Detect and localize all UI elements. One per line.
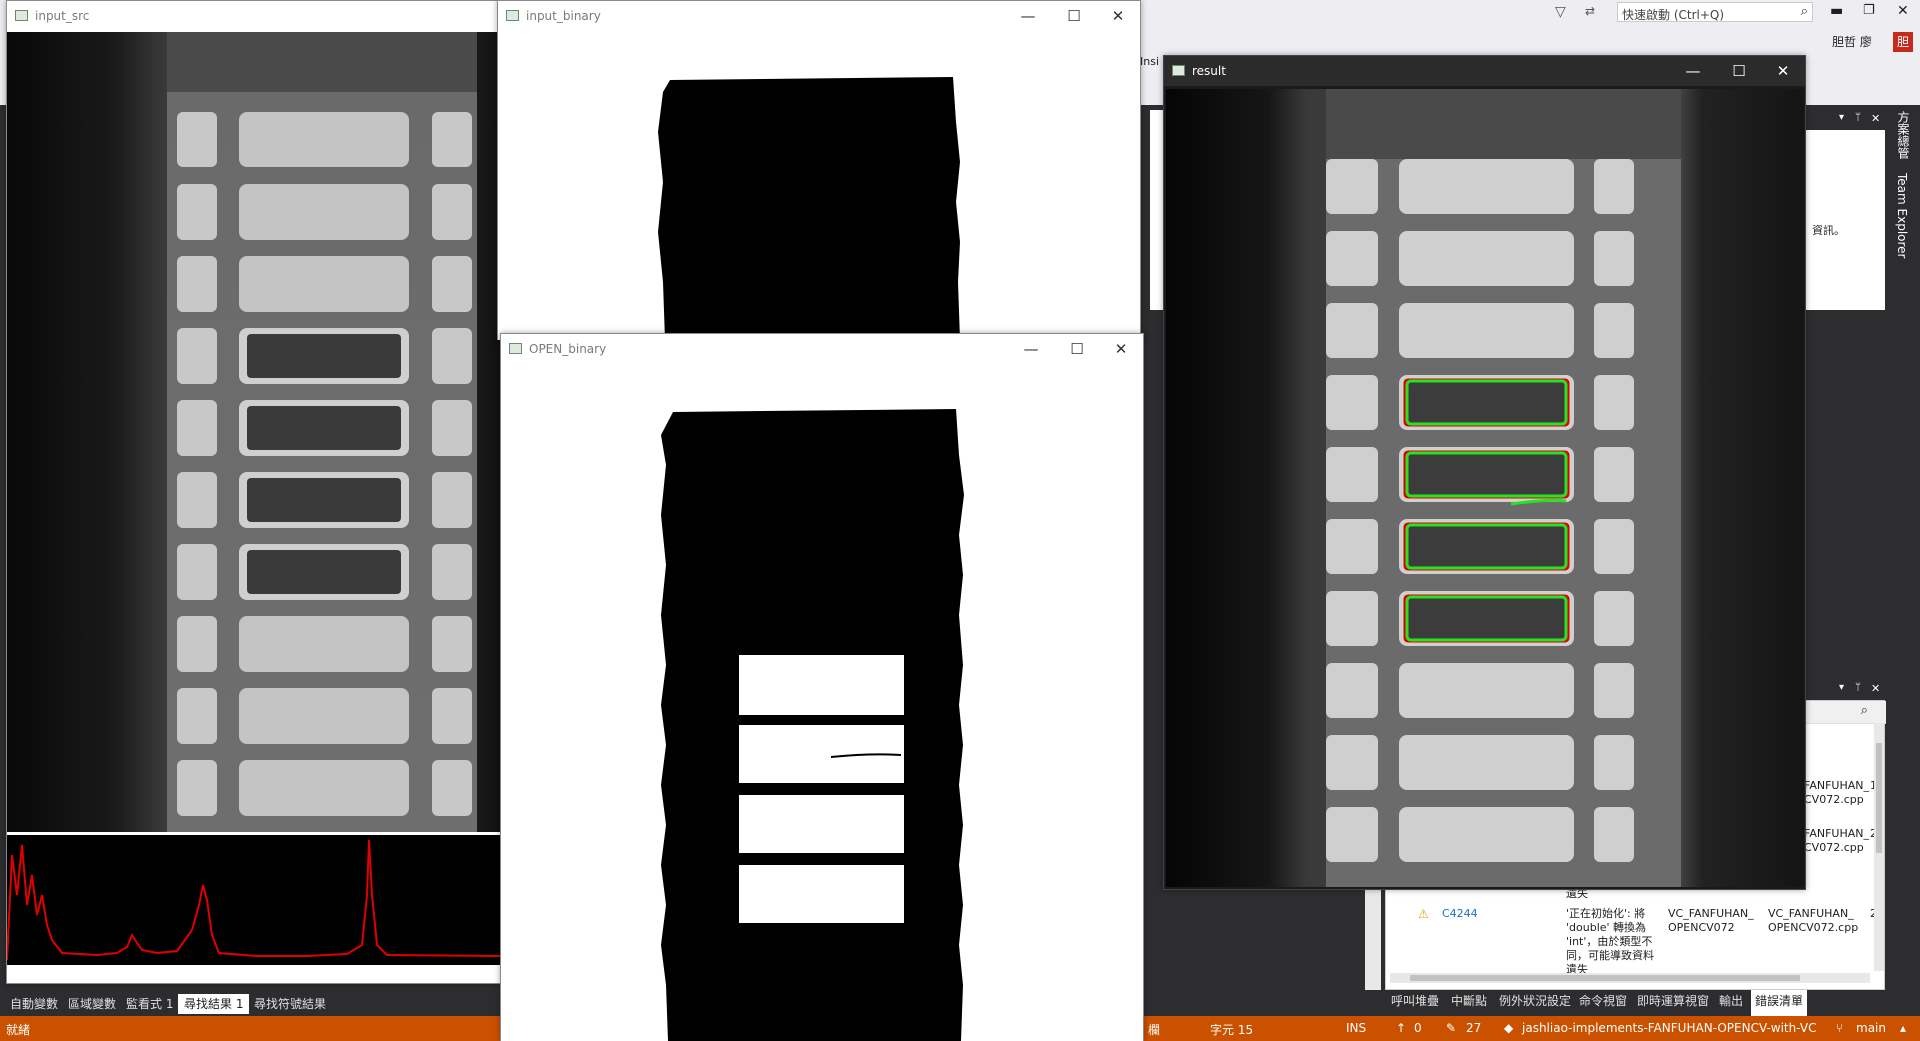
tab-command-window[interactable]: 命令視窗	[1579, 992, 1627, 1009]
status-ready: 就緒	[6, 1023, 31, 1037]
open-binary-title: OPEN_binary	[529, 342, 607, 356]
pin-icon: ᛘ	[1855, 112, 1861, 123]
window-icon	[15, 10, 28, 21]
input-src-title: input_src	[35, 9, 90, 23]
filter-icon[interactable]: ▽	[1555, 4, 1571, 20]
pencil-icon: ✎	[1446, 1021, 1457, 1035]
close-button[interactable]: ✕	[1101, 338, 1141, 360]
close-ide-button[interactable]: ✕	[1897, 3, 1909, 19]
input-binary-window[interactable]: input_binary — ☐ ✕	[497, 0, 1141, 340]
solution-explorer-tab[interactable]: 方案總管	[1895, 111, 1912, 159]
branch-icon: ⑂	[1836, 1021, 1844, 1035]
status-col-label: 欄	[1148, 1023, 1161, 1037]
maximize-button[interactable]: ☐	[1054, 5, 1094, 27]
tab-call-stack[interactable]: 呼叫堆疊	[1391, 992, 1439, 1009]
error-panel-header: ▾ ᛘ ✕	[1803, 680, 1885, 700]
result-image	[1166, 89, 1804, 887]
code-scrollbar[interactable]	[1365, 890, 1381, 990]
warning-project-1: VC_FANFUHAN_	[1668, 907, 1754, 920]
horizontal-scrollbar[interactable]	[1390, 973, 1870, 983]
close-panel-icon: ✕	[1871, 112, 1881, 125]
vertical-scrollbar[interactable]	[1874, 723, 1884, 971]
tab-error-list[interactable]: 錯誤清單	[1751, 990, 1808, 1016]
warning-file-1: VC_FANFUHAN_	[1768, 907, 1854, 920]
input-binary-title: input_binary	[526, 9, 601, 23]
open-binary-image	[501, 365, 1143, 1041]
result-window[interactable]: result — ☐ ✕	[1163, 55, 1806, 890]
status-repo[interactable]: jashliao-implements-FANFUHAN-OPENCV-with…	[1522, 1021, 1816, 1035]
tab-autos[interactable]: 自動變數	[4, 994, 64, 1014]
maximize-button[interactable]: ☐	[1719, 60, 1759, 82]
open-binary-titlebar[interactable]: OPEN_binary — ☐ ✕	[501, 334, 1143, 364]
close-button[interactable]: ✕	[1098, 5, 1138, 27]
arrow-up-icon: ↑	[1396, 1021, 1407, 1035]
open-binary-window[interactable]: OPEN_binary — ☐ ✕	[500, 333, 1144, 1041]
tab-watch-1[interactable]: 監看式 1	[120, 994, 179, 1014]
warning-desc-1: '正在初始化': 將	[1566, 907, 1646, 920]
tab-breakpoints[interactable]: 中斷點	[1451, 992, 1487, 1009]
solution-panel: 資訊。	[1803, 130, 1885, 310]
close-button[interactable]: ✕	[1763, 60, 1803, 82]
minimize-button[interactable]: —	[1008, 5, 1048, 27]
tab-output[interactable]: 輸出	[1719, 992, 1743, 1009]
status-ins: INS	[1346, 1021, 1367, 1035]
tab-find-symbol-results[interactable]: 尋找符號結果	[248, 994, 332, 1014]
input-binary-image	[498, 32, 1140, 340]
result-title: result	[1192, 64, 1226, 78]
quick-launch-input[interactable]: 快速啟動 (Ctrl+Q) ⌕	[1617, 2, 1813, 22]
tab-find-results-1[interactable]: 尋找結果 1	[178, 994, 250, 1014]
warning-desc-2: 'double' 轉換為	[1566, 921, 1647, 934]
result-titlebar[interactable]: result — ☐ ✕	[1164, 56, 1805, 86]
restore-ide-button[interactable]: ❐	[1863, 3, 1875, 18]
maximize-button[interactable]: ☐	[1057, 338, 1097, 360]
user-badge[interactable]: 胆	[1893, 32, 1913, 52]
warning-file-2: OPENCV072.cpp	[1768, 921, 1859, 934]
user-name[interactable]: 胆哲 廖	[1832, 33, 1872, 50]
feedback-icon[interactable]: ⇄	[1585, 4, 1601, 20]
err-file2-1: CV072.cpp	[1804, 793, 1864, 806]
info-snippet: 資訊。	[1812, 224, 1845, 237]
status-edit-count[interactable]: 27	[1466, 1021, 1481, 1035]
solution-panel-header: ▾ ᛘ ✕	[1803, 110, 1885, 130]
minimize-button[interactable]: —	[1673, 60, 1713, 82]
search-icon: ⌕	[1800, 4, 1808, 19]
tab-exception-settings[interactable]: 例外狀況設定	[1499, 992, 1571, 1009]
error-search-icon[interactable]: ⌕	[1861, 703, 1868, 718]
ins-fragment: Insi	[1140, 55, 1160, 68]
warning-code-link[interactable]: C4244	[1442, 907, 1478, 921]
minimize-ide-button[interactable]: ▬	[1830, 3, 1843, 19]
right-bottom-tabs: 呼叫堆疊 中斷點 例外狀況設定 命令視窗 即時運算視窗 輸出 錯誤清單	[1385, 990, 1885, 1016]
histogram	[7, 835, 500, 965]
branch-menu-icon[interactable]: ▴	[1900, 1021, 1906, 1035]
err-file2-2: CV072.cpp	[1804, 841, 1864, 854]
tab-immediate-window[interactable]: 即時運算視窗	[1637, 992, 1709, 1009]
input-src-window[interactable]: input_src	[6, 0, 501, 984]
status-up-count[interactable]: 0	[1414, 1021, 1422, 1035]
minimize-button[interactable]: —	[1011, 338, 1051, 360]
warning-icon: ⚠	[1418, 907, 1429, 921]
err-file-2: FANFUHAN_	[1804, 827, 1869, 840]
input-src-image	[7, 32, 500, 832]
warning-desc-4: 同，可能導致資料	[1566, 949, 1654, 962]
input-binary-titlebar[interactable]: input_binary — ☐ ✕	[498, 1, 1140, 31]
window-icon	[509, 343, 522, 354]
vertical-tab-strip: 方案總管 Team Explorer	[1885, 105, 1920, 990]
warning-project-2: OPENCV072	[1668, 921, 1735, 934]
quick-launch-placeholder: 快速啟動 (Ctrl+Q)	[1622, 8, 1725, 22]
err-file-1: FANFUHAN_	[1804, 779, 1869, 792]
input-src-titlebar[interactable]: input_src	[7, 1, 500, 31]
tab-locals[interactable]: 區域變數	[62, 994, 122, 1014]
status-char: 字元 15	[1210, 1023, 1254, 1037]
team-explorer-tab[interactable]: Team Explorer	[1895, 173, 1909, 259]
status-branch[interactable]: main	[1856, 1021, 1886, 1035]
window-icon	[506, 10, 519, 21]
repo-icon: ◆	[1504, 1021, 1514, 1035]
window-icon	[1172, 65, 1185, 76]
warning-desc-3: 'int'，由於類型不	[1566, 935, 1653, 948]
